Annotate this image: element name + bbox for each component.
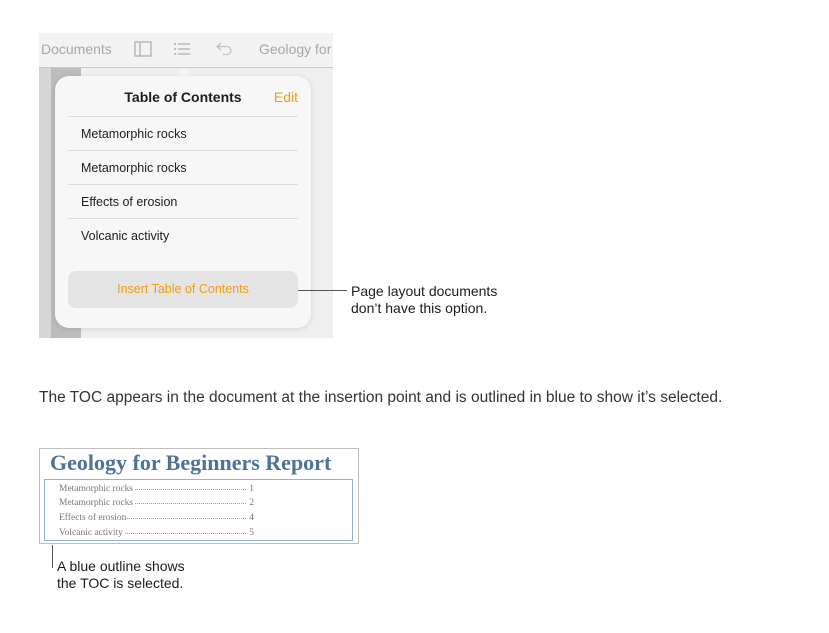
toc-list-item[interactable]: Volcanic activity bbox=[68, 218, 298, 252]
toc-entry-label: Metamorphic rocks bbox=[59, 482, 135, 496]
document-heading: Geology for Beginners Report bbox=[50, 450, 332, 475]
document-toc-screenshot: Geology for Beginners Report Metamorphic… bbox=[39, 448, 359, 544]
toc-entry-page: 1 bbox=[248, 482, 254, 496]
toc-list-item[interactable]: Effects of erosion bbox=[68, 184, 298, 218]
toc-popover-screenshot: Documents Geology for Table of Contents … bbox=[39, 33, 333, 338]
toc-entry-page: 4 bbox=[248, 511, 254, 525]
callout-text-line: the TOC is selected. bbox=[57, 575, 184, 591]
callout-text-line: Page layout documents bbox=[351, 283, 498, 299]
toc-list-item[interactable]: Metamorphic rocks bbox=[68, 150, 298, 184]
documents-button[interactable]: Documents bbox=[41, 41, 112, 57]
toc-selection-outline[interactable]: Metamorphic rocks 1 Metamorphic rocks 2 … bbox=[44, 479, 353, 541]
document-title: Geology for bbox=[259, 41, 332, 57]
toc-entry: Metamorphic rocks 2 bbox=[59, 496, 254, 510]
toc-entry-page: 5 bbox=[248, 526, 254, 540]
callout-line bbox=[298, 290, 347, 291]
insert-toc-button[interactable]: Insert Table of Contents bbox=[68, 271, 298, 308]
toc-list-item[interactable]: Metamorphic rocks bbox=[68, 116, 298, 150]
sidebar-icon[interactable] bbox=[134, 41, 152, 57]
toc-entry: Effects of erosion 4 bbox=[59, 511, 254, 525]
toc-entry: Volcanic activity 5 bbox=[59, 526, 254, 540]
caption-text: The TOC appears in the document at the i… bbox=[39, 389, 723, 406]
toc-entry-label: Volcanic activity bbox=[59, 526, 124, 540]
toolbar: Documents Geology for bbox=[39, 33, 333, 68]
toc-entry: Metamorphic rocks 1 bbox=[59, 482, 254, 496]
toc-entry-label: Effects of erosion bbox=[59, 511, 128, 525]
callout-insert-note: Page layout documents don’t have this op… bbox=[351, 283, 497, 317]
callout-line bbox=[52, 545, 53, 568]
callout-text-line: don’t have this option. bbox=[351, 300, 488, 316]
callout-outline-note: A blue outline shows the TOC is selected… bbox=[57, 558, 185, 592]
toc-entry-label: Metamorphic rocks bbox=[59, 496, 135, 510]
popover-title: Table of Contents bbox=[124, 89, 242, 105]
edit-button[interactable]: Edit bbox=[274, 89, 298, 105]
toc-list: Metamorphic rocks Metamorphic rocks Effe… bbox=[68, 116, 298, 252]
callout-text-line: A blue outline shows bbox=[57, 558, 185, 574]
toc-list-icon[interactable] bbox=[173, 41, 191, 57]
toc-popover: Table of Contents Edit Metamorphic rocks… bbox=[55, 76, 311, 328]
undo-icon[interactable] bbox=[215, 41, 233, 57]
toc-entry-page: 2 bbox=[248, 496, 254, 510]
